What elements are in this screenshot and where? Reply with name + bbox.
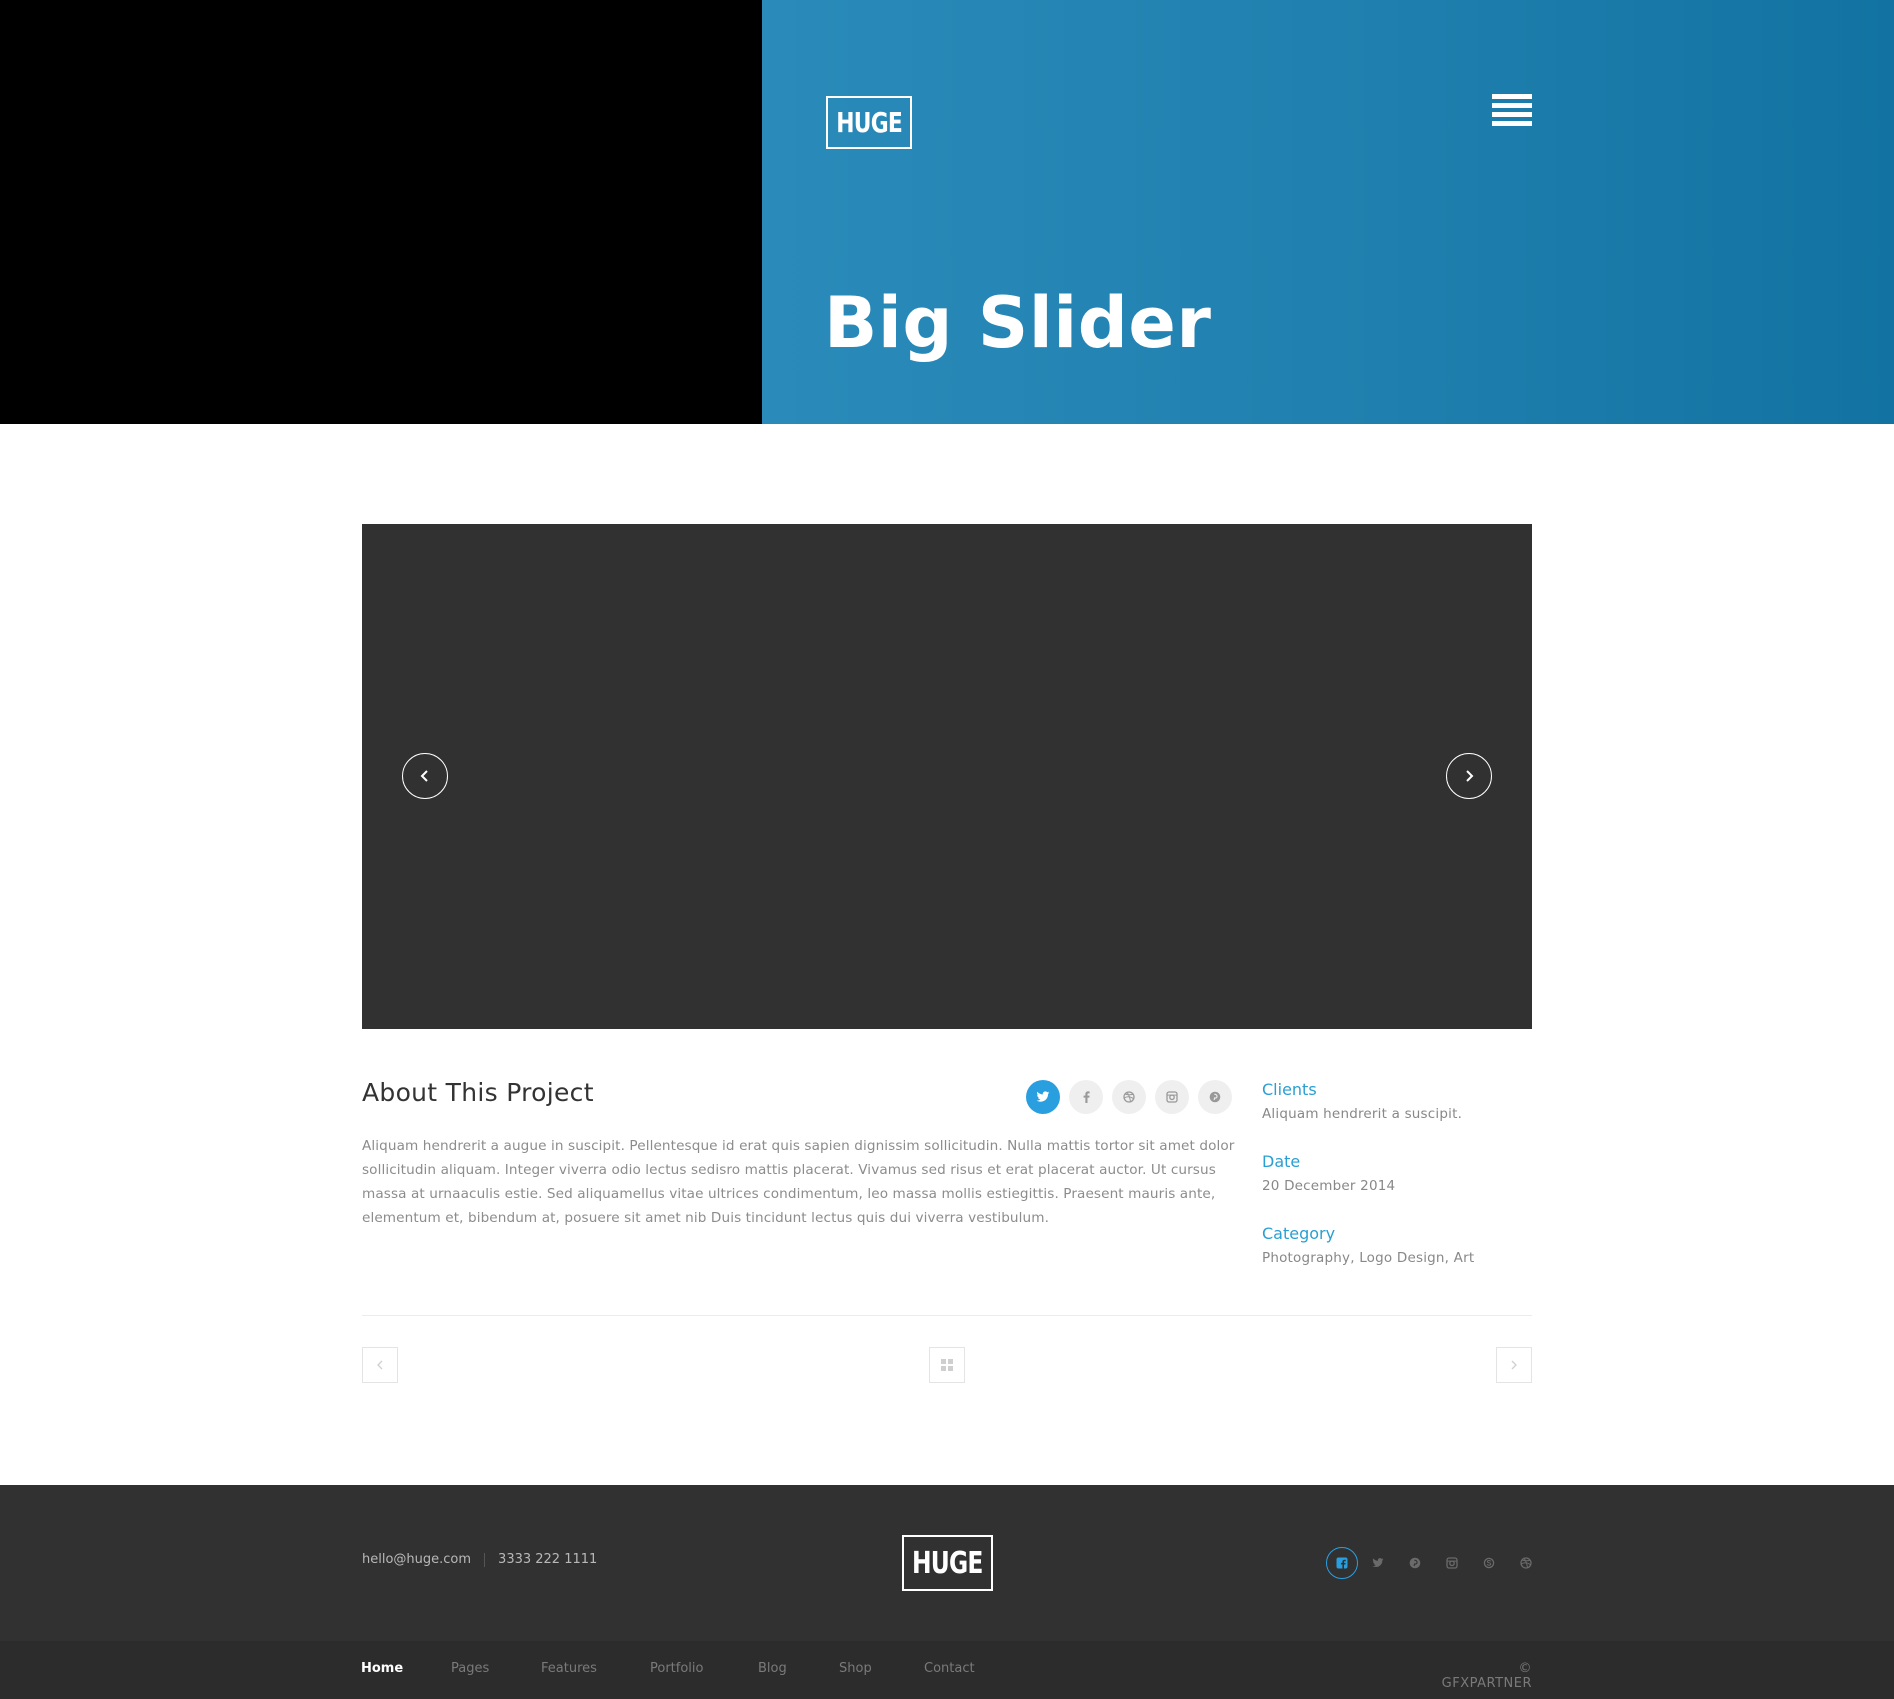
instagram-icon	[1446, 1557, 1458, 1569]
next-project-button[interactable]	[1496, 1347, 1532, 1383]
footer-logo[interactable]: HUGE	[902, 1535, 993, 1591]
meta-category-value: Photography, Logo Design, Art	[1262, 1250, 1475, 1266]
pinterest-icon	[1209, 1091, 1221, 1103]
meta-date-value: 20 December 2014	[1262, 1178, 1396, 1194]
footer-email[interactable]: hello@huge.com	[362, 1552, 471, 1567]
about-title: About This Project	[362, 1078, 594, 1107]
hero-image	[0, 0, 762, 424]
chevron-right-icon	[1466, 770, 1474, 782]
image-slider[interactable]	[362, 524, 1532, 1029]
footer-nav-features[interactable]: Features	[541, 1661, 597, 1676]
footer-logo-text: HUGE	[912, 1545, 983, 1581]
meta-category-label: Category	[1262, 1224, 1336, 1243]
divider	[362, 1315, 1532, 1316]
footer-skype-link[interactable]	[1473, 1547, 1505, 1579]
page-title: Big Slider	[824, 282, 1212, 364]
pinterest-icon	[1409, 1557, 1421, 1569]
footer-twitter-link[interactable]	[1362, 1547, 1394, 1579]
meta-clients-value: Aliquam hendrerit a suscipit.	[1262, 1106, 1463, 1122]
share-twitter-button[interactable]	[1026, 1080, 1060, 1114]
contact-separator	[484, 1552, 486, 1567]
footer-nav-contact[interactable]: Contact	[924, 1661, 975, 1676]
footer-facebook-link[interactable]	[1326, 1547, 1358, 1579]
header-logo[interactable]: HUGE	[826, 96, 912, 149]
dribbble-icon	[1520, 1557, 1532, 1569]
twitter-icon	[1036, 1091, 1050, 1102]
chevron-left-icon	[420, 770, 428, 782]
twitter-icon	[1372, 1558, 1384, 1568]
share-instagram-button[interactable]	[1155, 1080, 1189, 1114]
skype-icon	[1483, 1557, 1495, 1569]
footer-nav-shop[interactable]: Shop	[839, 1661, 872, 1676]
slider-prev-button[interactable]	[402, 753, 448, 799]
share-pinterest-button[interactable]	[1198, 1080, 1232, 1114]
footer-contact: hello@huge.com 3333 222 1111	[362, 1552, 597, 1567]
footer-phone: 3333 222 1111	[498, 1552, 598, 1567]
meta-clients-label: Clients	[1262, 1080, 1317, 1099]
footer-nav-blog[interactable]: Blog	[758, 1661, 787, 1676]
hamburger-menu-icon[interactable]	[1492, 94, 1532, 128]
about-description: Aliquam hendrerit a augue in suscipit. P…	[362, 1138, 1235, 1226]
footer-pinterest-link[interactable]	[1399, 1547, 1431, 1579]
meta-date-label: Date	[1262, 1152, 1301, 1171]
copyright: © GFXPARTNER	[1441, 1661, 1532, 1691]
share-facebook-button[interactable]	[1069, 1080, 1103, 1114]
logo-text: HUGE	[836, 106, 903, 139]
footer-instagram-link[interactable]	[1436, 1547, 1468, 1579]
footer-nav-home[interactable]: Home	[361, 1661, 403, 1676]
share-dribbble-button[interactable]	[1112, 1080, 1146, 1114]
slider-next-button[interactable]	[1446, 753, 1492, 799]
footer-nav-pages[interactable]: Pages	[451, 1661, 489, 1676]
footer-dribbble-link[interactable]	[1510, 1547, 1542, 1579]
grid-icon	[941, 1359, 953, 1371]
all-projects-button[interactable]	[929, 1347, 965, 1383]
dribbble-icon	[1123, 1091, 1135, 1103]
previous-project-button[interactable]	[362, 1347, 398, 1383]
chevron-left-icon	[377, 1360, 383, 1370]
facebook-icon	[1336, 1557, 1348, 1569]
facebook-icon	[1083, 1091, 1090, 1103]
instagram-icon	[1166, 1091, 1178, 1103]
footer-nav-portfolio[interactable]: Portfolio	[650, 1661, 703, 1676]
chevron-right-icon	[1511, 1360, 1517, 1370]
